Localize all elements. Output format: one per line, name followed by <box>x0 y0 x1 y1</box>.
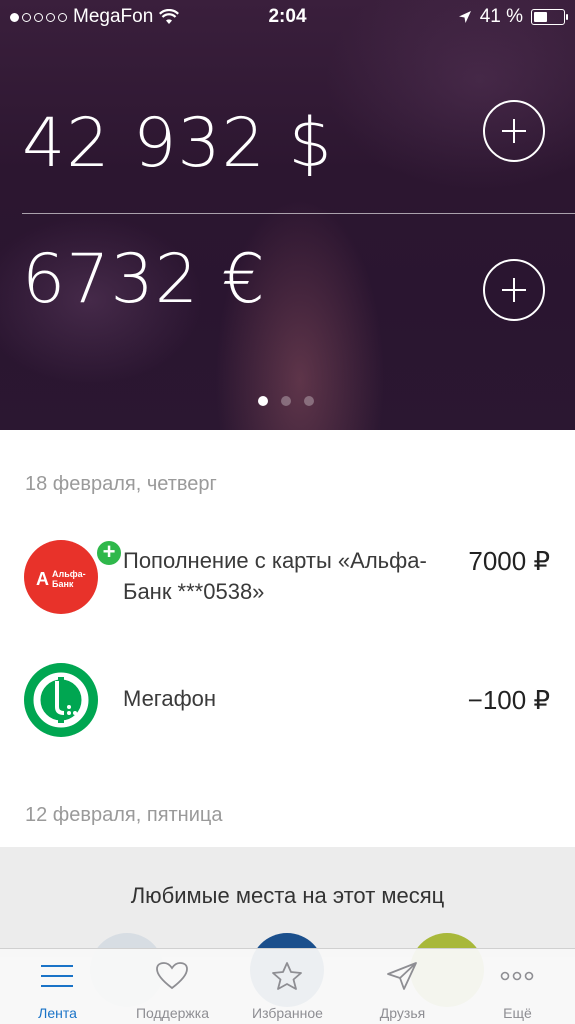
plus-badge-icon: + <box>94 538 124 568</box>
alfa-bank-logo: A Альфа-Банк + <box>24 538 124 614</box>
tab-more[interactable]: Ещё <box>460 949 575 1024</box>
tab-feed-label: Лента <box>38 1005 77 1021</box>
add-usd-button[interactable] <box>483 100 545 162</box>
feed-date-header: 18 февраля, четверг <box>25 473 217 495</box>
alfa-a-icon: A <box>36 569 49 589</box>
balance-divider <box>22 213 575 214</box>
page-dot-2[interactable] <box>281 396 291 406</box>
tab-favorites-label: Избранное <box>252 1005 323 1021</box>
megafon-icon <box>33 672 89 728</box>
tab-more-label: Ещё <box>503 1005 532 1021</box>
tab-support[interactable]: Поддержка <box>115 949 230 1024</box>
tab-feed[interactable]: Лента <box>0 949 115 1024</box>
transaction-title: Мегафон <box>123 686 217 711</box>
tab-favorites[interactable]: Избранное <box>230 949 345 1024</box>
tab-friends[interactable]: Друзья <box>345 949 460 1024</box>
feed-date-header: 12 февраля, пятница <box>25 804 223 826</box>
transaction-amount: −100 ₽ <box>467 685 550 715</box>
transaction-row[interactable]: Мегафон −100 ₽ <box>0 663 575 743</box>
add-eur-button[interactable] <box>483 259 545 321</box>
balance-hero: MegaFon 2:04 41 % 42 932 $ 6732 € <box>0 0 575 430</box>
transaction-title: Пополнение с карты «Альфа-Банк ***0538» <box>123 548 427 604</box>
location-arrow-icon <box>458 11 471 23</box>
send-icon <box>387 962 417 990</box>
tab-support-label: Поддержка <box>135 1005 210 1021</box>
status-bar: MegaFon 2:04 41 % <box>0 0 575 34</box>
page-dot-3[interactable] <box>304 396 314 406</box>
star-icon <box>272 962 302 990</box>
page-indicator[interactable] <box>258 396 314 406</box>
alfa-logo-text: Альфа-Банк <box>52 569 86 589</box>
heart-icon <box>156 962 188 990</box>
menu-icon <box>41 965 73 987</box>
tab-friends-label: Друзья <box>379 1005 426 1021</box>
transaction-row[interactable]: A Альфа-Банк + Пополнение с карты «Альфа… <box>0 538 575 630</box>
favorites-section: Любимые места на этот месяц <box>0 847 575 1007</box>
tab-bar: Лента Поддержка Избранное Друзья Ещё <box>0 948 575 1024</box>
battery-icon <box>531 9 568 25</box>
transaction-amount: 7000 ₽ <box>468 546 550 576</box>
balance-eur[interactable]: 6732 € <box>22 240 266 319</box>
status-right: 41 % <box>458 6 568 28</box>
favorites-title: Любимые места на этот месяц <box>130 883 445 908</box>
battery-percent: 41 % <box>479 6 523 27</box>
megafon-logo <box>24 663 98 737</box>
page-dot-1[interactable] <box>258 396 268 406</box>
more-icon <box>500 971 534 981</box>
balance-usd[interactable]: 42 932 $ <box>22 104 333 183</box>
